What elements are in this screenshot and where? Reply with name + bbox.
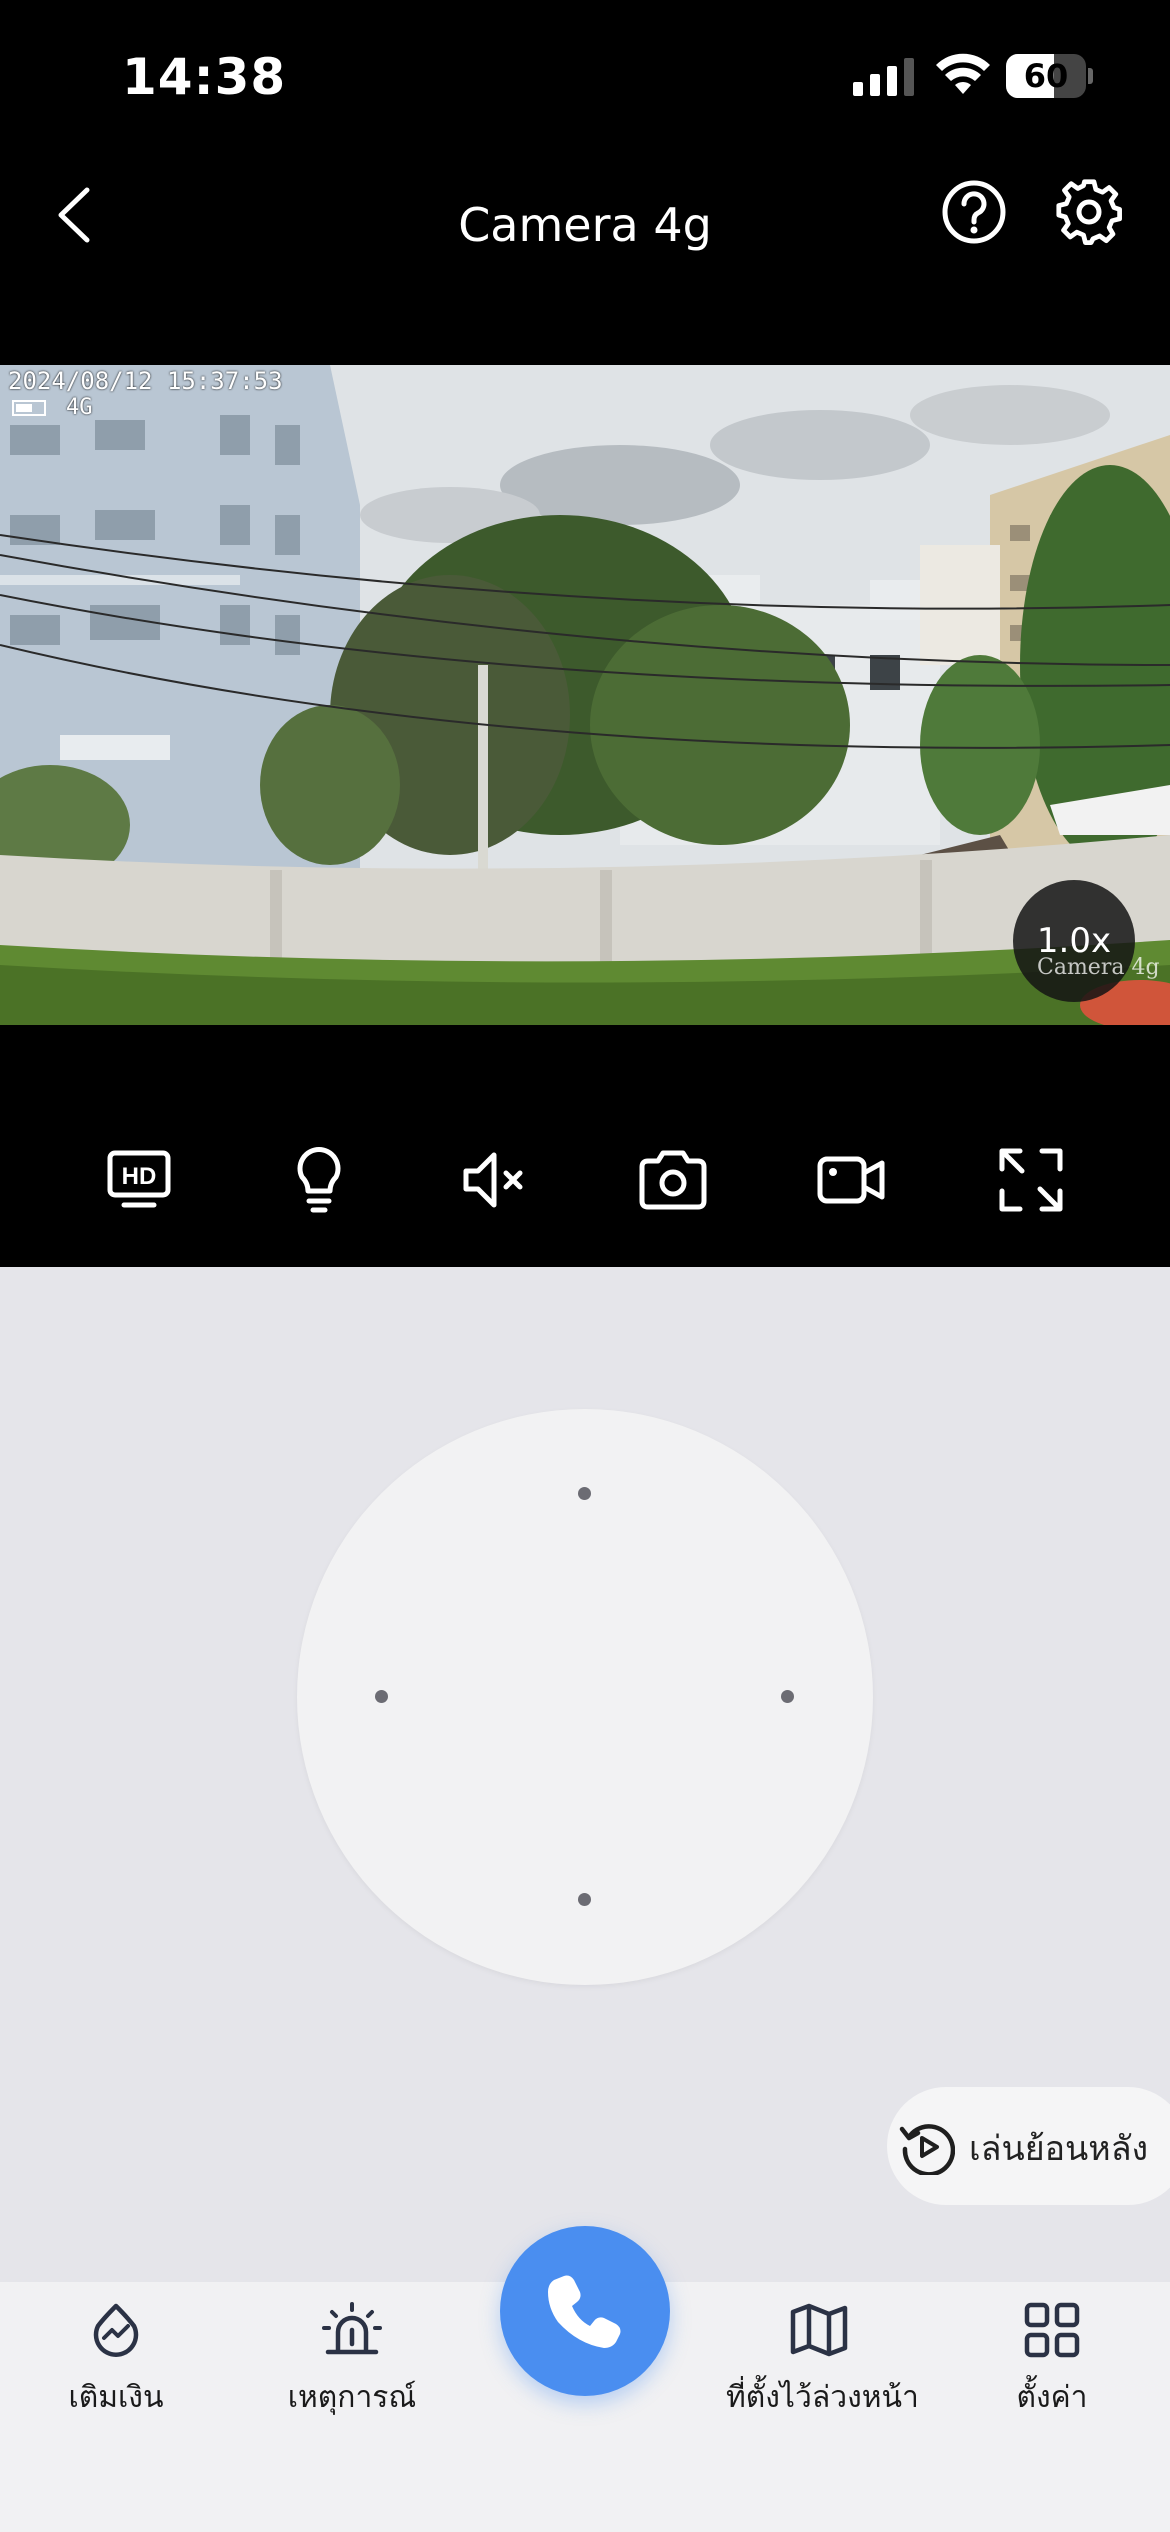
osd-status: 4G — [12, 395, 93, 420]
tab-presets-label: ที่ตั้งไว้ล่วงหน้า — [726, 2380, 919, 2415]
grid-icon — [1024, 2302, 1080, 2358]
tab-settings-label: ตั้งค่า — [1016, 2380, 1088, 2415]
playback-button[interactable]: เล่นย้อนหลัง — [887, 2087, 1170, 2205]
cellular-signal-icon — [853, 58, 914, 96]
camera-video-feed[interactable]: 2024/08/12 15:37:53 4G 1.0x Camera 4g — [0, 365, 1170, 1025]
light-button[interactable] — [284, 1145, 354, 1215]
video-scene — [0, 365, 1170, 1025]
osd-network: 4G — [66, 395, 93, 420]
help-button[interactable] — [940, 178, 1008, 246]
wifi-icon — [936, 53, 990, 94]
tab-presets[interactable]: ที่ตั้งไว้ล่วงหน้า — [726, 2300, 919, 2421]
snapshot-button[interactable] — [638, 1145, 708, 1215]
status-time: 14:38 — [122, 48, 287, 106]
osd-timestamp: 2024/08/12 15:37:53 — [8, 367, 283, 395]
osd-battery-icon — [12, 400, 46, 416]
topup-icon — [93, 2303, 139, 2357]
video-control-toolbar: HD — [0, 1025, 1170, 1265]
replay-icon — [899, 2124, 955, 2175]
tab-events[interactable]: เหตุการณ์ — [282, 2300, 422, 2421]
phone-icon — [548, 2275, 621, 2348]
fullscreen-button[interactable] — [996, 1145, 1066, 1215]
nav-header: Camera 4g — [0, 150, 1170, 365]
battery-indicator: 60 — [1006, 54, 1093, 98]
siren-icon — [322, 2302, 382, 2355]
svg-text:HD: HD — [122, 1163, 157, 1190]
pan-up-indicator[interactable] — [578, 1487, 591, 1500]
camera-name-watermark: Camera 4g — [1037, 955, 1160, 980]
hd-quality-button[interactable]: HD — [104, 1145, 174, 1215]
ptz-control-panel: เล่นย้อนหลัง — [0, 1267, 1170, 2282]
battery-percent: 60 — [1023, 57, 1069, 95]
pan-right-indicator[interactable] — [781, 1690, 794, 1703]
ptz-joystick[interactable] — [297, 1409, 873, 1985]
zoom-level-badge[interactable]: 1.0x — [1013, 880, 1135, 1002]
mute-button[interactable] — [460, 1145, 530, 1215]
record-button[interactable] — [816, 1145, 886, 1215]
playback-label: เล่นย้อนหลัง — [969, 2129, 1149, 2169]
pan-down-indicator[interactable] — [578, 1893, 591, 1906]
call-button[interactable] — [500, 2226, 670, 2396]
tab-topup[interactable]: เติมเงิน — [66, 2300, 166, 2421]
settings-button[interactable] — [1055, 178, 1123, 246]
tab-topup-label: เติมเงิน — [68, 2380, 164, 2415]
status-bar: 14:38 60 — [0, 0, 1170, 150]
pan-left-indicator[interactable] — [375, 1690, 388, 1703]
tab-settings[interactable]: ตั้งค่า — [1002, 2300, 1102, 2421]
map-icon — [790, 2303, 848, 2357]
tab-events-label: เหตุการณ์ — [287, 2380, 417, 2415]
